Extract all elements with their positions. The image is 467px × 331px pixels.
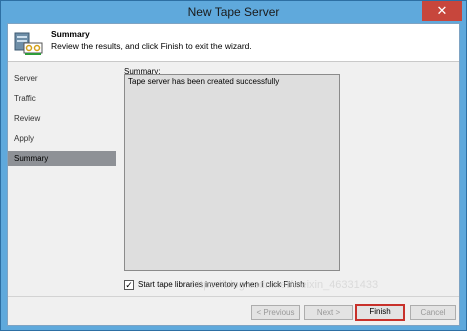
step-description: Review the results, and click Finish to … bbox=[51, 41, 252, 51]
inventory-checkbox-label[interactable]: Start tape libraries inventory when I cl… bbox=[138, 280, 305, 289]
nav-step-summary[interactable]: Summary bbox=[8, 151, 116, 166]
nav-step-apply[interactable]: Apply bbox=[8, 131, 116, 146]
step-title: Summary bbox=[51, 29, 90, 39]
wizard-body: Summary Review the results, and click Fi… bbox=[7, 23, 460, 326]
nav-step-server[interactable]: Server bbox=[8, 71, 116, 86]
cancel-button[interactable]: Cancel bbox=[410, 305, 456, 320]
nav-step-review[interactable]: Review bbox=[8, 111, 116, 126]
close-button[interactable]: ✕ bbox=[422, 1, 462, 21]
nav-step-traffic[interactable]: Traffic bbox=[8, 91, 116, 106]
next-button[interactable]: Next > bbox=[304, 305, 353, 320]
wizard-steps-nav: Server Traffic Review Apply Summary bbox=[8, 63, 120, 327]
title-bar[interactable]: New Tape Server ✕ bbox=[1, 1, 466, 23]
inventory-checkbox[interactable]: ✓ bbox=[124, 280, 134, 290]
summary-panel: Summary: Tape server has been created su… bbox=[124, 63, 459, 283]
previous-button[interactable]: < Previous bbox=[251, 305, 300, 320]
finish-button[interactable]: Finish bbox=[355, 304, 405, 321]
summary-textbox[interactable]: Tape server has been created successfull… bbox=[124, 74, 340, 271]
wizard-window: New Tape Server ✕ Summary Review the res… bbox=[0, 0, 467, 331]
tape-server-icon bbox=[14, 32, 43, 55]
wizard-header: Summary Review the results, and click Fi… bbox=[8, 24, 459, 62]
summary-text: Tape server has been created successfull… bbox=[128, 77, 280, 86]
window-title: New Tape Server bbox=[187, 5, 280, 19]
footer-divider bbox=[8, 296, 459, 297]
